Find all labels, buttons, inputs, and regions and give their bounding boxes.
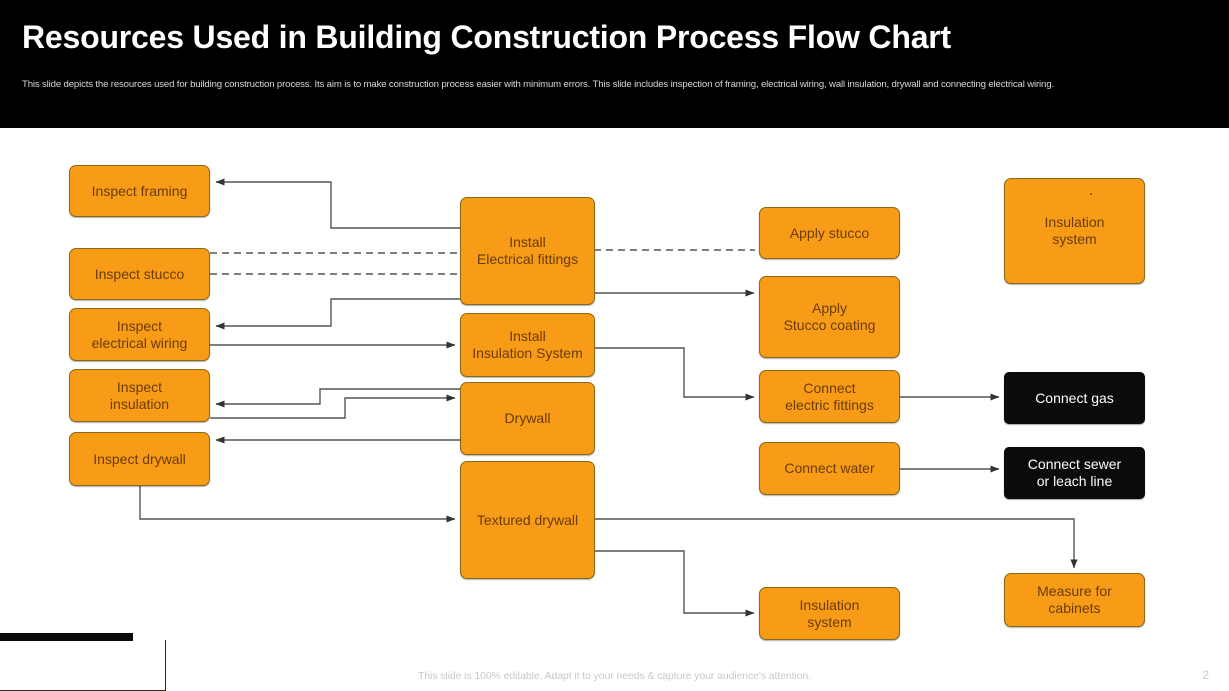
flow-node-label: Textured drywall xyxy=(476,511,579,528)
flow-node-install-electrical-fittings[interactable]: Install Electrical fittings xyxy=(460,197,595,305)
flow-node-label: Insulation system xyxy=(799,596,860,630)
slide-canvas: Resources Used in Building Construction … xyxy=(0,0,1229,691)
flow-node-label: Connect gas xyxy=(1035,389,1114,406)
c-ef-to-framing xyxy=(215,178,460,229)
flow-node-label: Install Insulation System xyxy=(472,328,583,361)
c-ins-to-inspins xyxy=(215,388,460,408)
flow-node-label: Connect electric fittings xyxy=(785,379,874,413)
flow-node-label: Measure for cabinets xyxy=(1037,583,1112,616)
c-textured-to-cabinets xyxy=(595,518,1078,569)
flow-node-label: Inspect insulation xyxy=(109,378,170,412)
flow-node-measure-for-cabinets[interactable]: Measure for cabinets xyxy=(1004,573,1145,627)
flow-node-label: Inspect stucco xyxy=(94,265,185,282)
flow-node-insulation-system-right[interactable]: Insulation system xyxy=(1004,178,1145,284)
flow-node-label: Connect sewer or leach line xyxy=(1027,456,1122,489)
flow-node-insulation-system-bottom[interactable]: Insulation system xyxy=(759,587,900,640)
flow-node-connect-electric-fittings[interactable]: Connect electric fittings xyxy=(759,370,900,423)
c-insys-to-connelec xyxy=(595,347,755,401)
c-inspins-to-drywall xyxy=(210,394,456,419)
flow-node-label: Connect water xyxy=(784,460,875,476)
flow-node-label: Drywall xyxy=(504,410,551,426)
flow-node-label: Inspect electrical wiring xyxy=(91,317,188,351)
flow-node-inspect-electrical-wiring[interactable]: Inspect electrical wiring xyxy=(69,308,210,361)
flow-node-inspect-drywall[interactable]: Inspect drywall xyxy=(69,432,210,486)
flow-node-drywall[interactable]: Drywall xyxy=(460,382,595,455)
flow-node-label: Insulation system xyxy=(1044,214,1105,247)
c-textured-to-insys xyxy=(595,550,755,617)
flow-node-inspect-framing[interactable]: Inspect framing xyxy=(69,165,210,217)
c-ef-to-elecwiring xyxy=(215,298,460,330)
flow-node-connect-gas[interactable]: Connect gas xyxy=(1004,372,1145,424)
flow-node-label: Install Electrical fittings xyxy=(476,234,579,267)
flow-node-inspect-stucco[interactable]: Inspect stucco xyxy=(69,248,210,300)
flow-node-label: Apply stucco xyxy=(789,224,870,241)
flow-node-label: Apply Stucco coating xyxy=(783,300,876,333)
flow-node-label: Inspect drywall xyxy=(93,450,186,467)
c-inspdw-to-textured xyxy=(139,486,456,523)
flow-node-connect-sewer[interactable]: Connect sewer or leach line xyxy=(1004,447,1145,499)
flow-node-inspect-insulation[interactable]: Inspect insulation xyxy=(69,369,210,422)
artifact-dot-icon xyxy=(1090,193,1092,195)
flow-node-connect-water[interactable]: Connect water xyxy=(759,442,900,495)
flow-node-textured-drywall[interactable]: Textured drywall xyxy=(460,461,595,579)
flow-node-apply-stucco[interactable]: Apply stucco xyxy=(759,207,900,259)
flow-node-install-insulation-system[interactable]: Install Insulation System xyxy=(460,313,595,377)
flow-node-label: Inspect framing xyxy=(91,182,188,199)
flow-node-apply-stucco-coating[interactable]: Apply Stucco coating xyxy=(759,276,900,358)
